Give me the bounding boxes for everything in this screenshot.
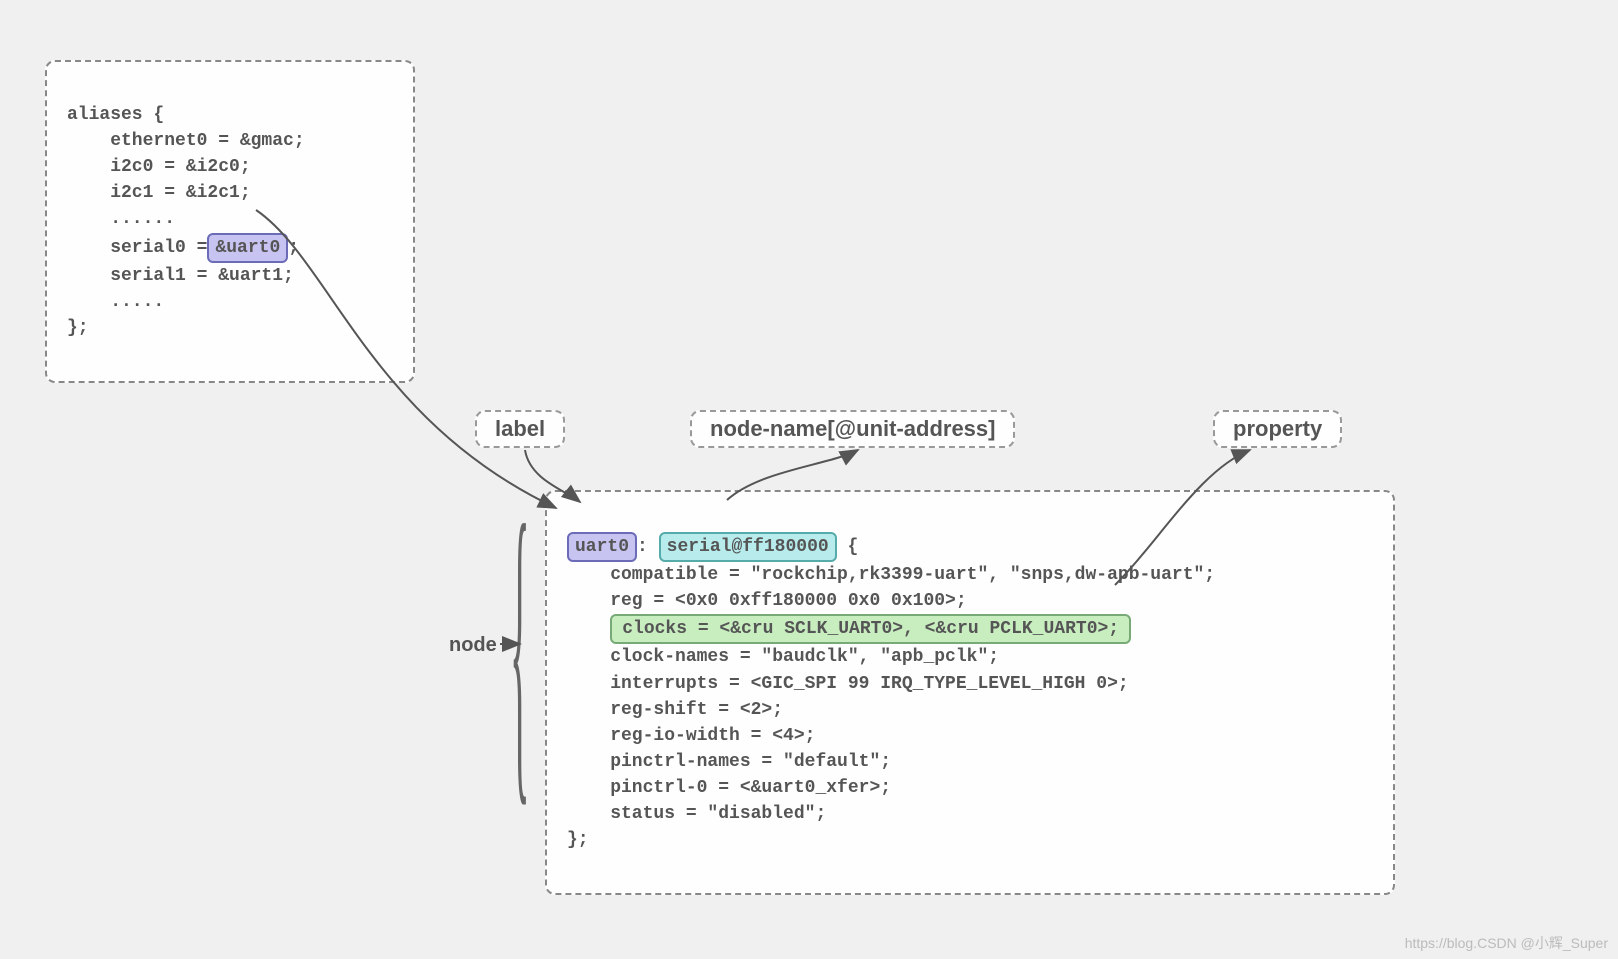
uart-l5: interrupts = <GIC_SPI 99 IRQ_TYPE_LEVEL_… [567, 674, 1129, 694]
clocks-property-highlight: clocks = <&cru SCLK_UART0>, <&cru PCLK_U… [610, 614, 1131, 644]
uart-l10: status = "disabled"; [567, 804, 826, 824]
aliases-l7: ..... [67, 292, 164, 312]
uart-l7: reg-io-width = <4>; [567, 726, 815, 746]
aliases-l1: ethernet0 = &gmac; [67, 131, 305, 151]
label-text: label [495, 416, 545, 441]
property-text: property [1233, 416, 1322, 441]
uart-node-block: uart0: serial@ff180000 { compatible = "r… [545, 490, 1395, 895]
aliases-block: aliases { ethernet0 = &gmac; i2c0 = &i2c… [45, 60, 415, 383]
serial-nodename-highlight: serial@ff180000 [659, 532, 837, 562]
aliases-l5-pre: serial0 = [67, 238, 207, 258]
nodename-text: node-name[@unit-address] [710, 416, 995, 441]
nodename-box: node-name[@unit-address] [690, 410, 1015, 448]
aliases-l5-post: ; [288, 238, 299, 258]
aliases-close: }; [67, 318, 89, 338]
colon: : [637, 537, 648, 557]
aliases-l4: ...... [67, 209, 175, 229]
node-side-label: node [449, 634, 497, 657]
aliases-l2: i2c0 = &i2c0; [67, 157, 251, 177]
aliases-code: aliases { ethernet0 = &gmac; i2c0 = &i2c… [67, 76, 393, 367]
uart-code: uart0: serial@ff180000 { compatible = "r… [567, 506, 1373, 879]
label-box: label [475, 410, 565, 448]
aliases-l3: i2c1 = &i2c1; [67, 183, 251, 203]
property-box: property [1213, 410, 1342, 448]
uart-l6: reg-shift = <2>; [567, 700, 783, 720]
uart0-ref-highlight: &uart0 [207, 233, 288, 263]
uart-l1: compatible = "rockchip,rk3399-uart", "sn… [567, 565, 1215, 585]
watermark: https://blog.CSDN @小辉_Super [1405, 933, 1608, 953]
aliases-l6: serial1 = &uart1; [67, 266, 294, 286]
uart-l8: pinctrl-names = "default"; [567, 752, 891, 772]
uart-l4: clock-names = "baudclk", "apb_pclk"; [567, 647, 999, 667]
uart-close: }; [567, 830, 589, 850]
brace-open: { [837, 537, 859, 557]
uart0-label-highlight: uart0 [567, 532, 637, 562]
aliases-open: aliases { [67, 105, 164, 125]
uart-l2: reg = <0x0 0xff180000 0x0 0x100>; [567, 591, 967, 611]
uart-l9: pinctrl-0 = <&uart0_xfer>; [567, 778, 891, 798]
